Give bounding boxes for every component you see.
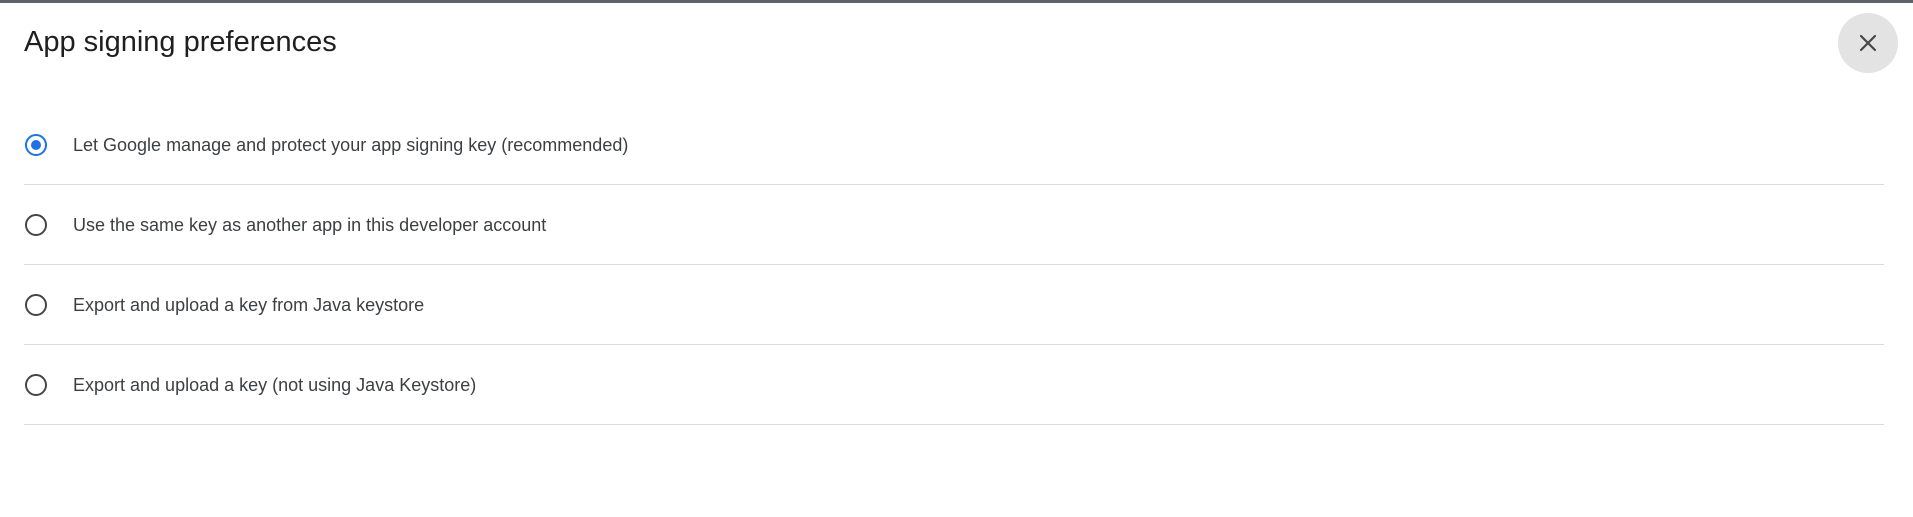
radio-button-selected[interactable]	[25, 133, 47, 156]
option-label: Export and upload a key (not using Java …	[73, 374, 477, 395]
radio-button[interactable]	[25, 293, 47, 316]
dialog-title: App signing preferences	[24, 26, 337, 58]
radio-button[interactable]	[25, 213, 47, 236]
signing-options-radio-group: Let Google manage and protect your app s…	[24, 105, 1884, 425]
option-label: Export and upload a key from Java keysto…	[73, 294, 425, 315]
option-non-java-keystore-upload[interactable]: Export and upload a key (not using Java …	[24, 345, 1884, 425]
option-google-managed-key[interactable]: Let Google manage and protect your app s…	[24, 105, 1884, 185]
option-same-key-as-another-app[interactable]: Use the same key as another app in this …	[24, 185, 1884, 265]
option-label: Use the same key as another app in this …	[73, 214, 547, 235]
close-icon	[1859, 34, 1877, 52]
radio-button[interactable]	[25, 373, 47, 396]
app-signing-dialog: App signing preferences Let Google manag…	[0, 3, 1913, 517]
option-java-keystore-upload[interactable]: Export and upload a key from Java keysto…	[24, 265, 1884, 345]
close-button[interactable]	[1838, 13, 1898, 73]
option-label: Let Google manage and protect your app s…	[73, 134, 629, 155]
